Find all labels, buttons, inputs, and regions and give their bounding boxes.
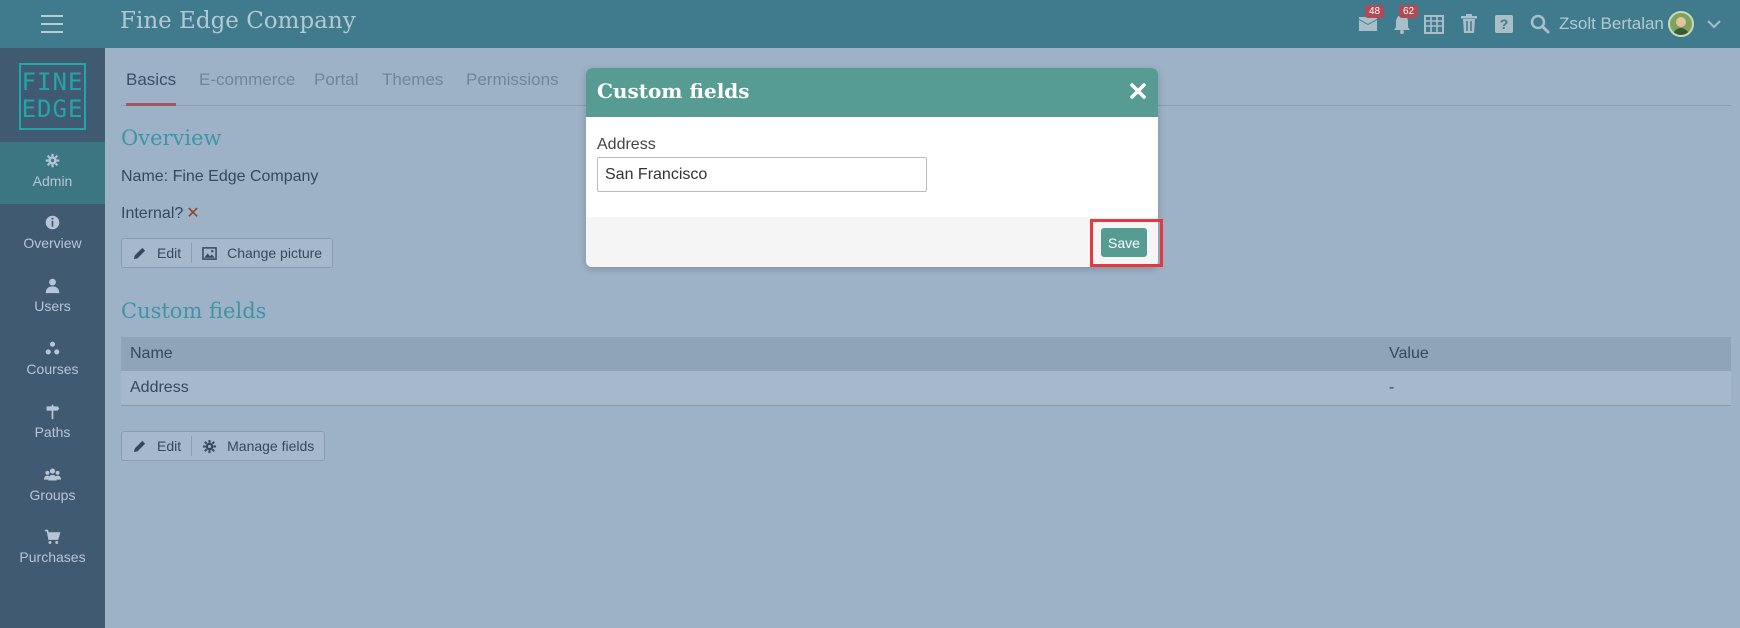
edit-button-label: Edit [157, 438, 182, 454]
table-header: Name Value [121, 337, 1731, 371]
close-icon[interactable] [1128, 81, 1148, 101]
tab-permissions[interactable]: Permissions [466, 70, 559, 90]
sidebar-item-label: Users [34, 298, 71, 314]
overview-heading: Overview [121, 126, 222, 150]
logo-line-2: EDGE [21, 95, 84, 123]
user-avatar[interactable] [1668, 11, 1694, 37]
sidebar-item-label: Purchases [19, 549, 86, 565]
field-value-cell: - [1389, 379, 1395, 396]
save-button[interactable]: Save [1101, 228, 1147, 257]
company-name-line: Name: Fine Edge Company [121, 168, 319, 185]
svg-text:?: ? [1500, 16, 1509, 32]
notifications-count-badge: 62 [1399, 5, 1419, 18]
field-name-cell: Address [130, 379, 189, 396]
internal-label: Internal? [121, 205, 184, 222]
overview-actions: Edit Change picture [121, 238, 334, 268]
cart-icon [44, 529, 61, 544]
tab-themes[interactable]: Themes [382, 70, 443, 90]
gear-icon [45, 153, 60, 168]
sidebar-item-label: Overview [23, 235, 82, 251]
sidebar-item-users[interactable]: Users [0, 267, 105, 329]
sidebar-item-groups[interactable]: Groups [0, 456, 105, 518]
custom-fields-heading: Custom fields [121, 299, 267, 323]
help-icon[interactable]: ? [1492, 12, 1516, 36]
dialog-body: Address [586, 117, 1158, 217]
info-icon [45, 215, 60, 230]
edit-custom-fields-button[interactable]: Edit [122, 432, 191, 460]
column-header-name: Name [130, 345, 173, 362]
custom-fields-actions: Edit Manage fields [121, 431, 326, 461]
courses-icon [45, 341, 60, 355]
picture-icon [202, 246, 217, 260]
tab-portal[interactable]: Portal [314, 70, 358, 90]
sidebar-item-label: Courses [26, 361, 79, 377]
logo-line-1: FINE [21, 68, 84, 96]
messages-count-badge: 48 [1365, 5, 1385, 18]
sidebar: FINE EDGE Admin Overview Users Courses P… [0, 48, 105, 628]
search-icon[interactable] [1528, 12, 1552, 36]
dialog-footer [586, 217, 1158, 267]
calendar-icon[interactable] [1422, 12, 1446, 36]
company-title: Fine Edge Company [120, 8, 356, 34]
dialog-header: Custom fields [586, 68, 1158, 117]
pencil-icon [133, 247, 146, 259]
tab-basics[interactable]: Basics [126, 70, 177, 106]
sidebar-item-label: Paths [34, 424, 71, 440]
chevron-down-icon[interactable] [1705, 15, 1723, 33]
column-header-value: Value [1389, 345, 1429, 362]
sidebar-item-label: Admin [32, 173, 73, 189]
menu-icon[interactable] [41, 15, 63, 33]
edit-button-label: Edit [157, 245, 182, 261]
gear-icon [203, 439, 217, 453]
dialog-title: Custom fields [597, 79, 750, 103]
sidebar-item-overview[interactable]: Overview [0, 204, 105, 266]
user-icon [45, 278, 60, 294]
custom-fields-table: Name Value Address - [121, 337, 1731, 406]
manage-fields-button[interactable]: Manage fields [192, 432, 324, 460]
address-label: Address [597, 136, 656, 153]
edit-button[interactable]: Edit [122, 239, 191, 267]
internal-line: Internal? ✕ [121, 203, 200, 223]
pencil-icon [133, 440, 146, 452]
top-bar: Fine Edge Company 48 62 ? Zsolt Bertalan [0, 0, 1740, 48]
user-name[interactable]: Zsolt Bertalan [1559, 14, 1664, 34]
table-row: Address - [121, 371, 1731, 406]
sidebar-item-label: Groups [29, 487, 76, 503]
custom-fields-dialog: Custom fields Address [586, 68, 1158, 267]
group-icon [44, 468, 61, 481]
company-logo[interactable]: FINE EDGE [19, 63, 86, 130]
sidebar-item-paths[interactable]: Paths [0, 393, 105, 455]
sidebar-item-admin[interactable]: Admin [0, 142, 105, 204]
tab-ecommerce[interactable]: E-commerce [199, 70, 295, 90]
change-picture-button[interactable]: Change picture [192, 239, 332, 267]
address-input[interactable] [597, 157, 927, 192]
sidebar-item-courses[interactable]: Courses [0, 330, 105, 392]
signpost-icon [46, 404, 60, 420]
manage-fields-label: Manage fields [227, 438, 315, 454]
cross-icon: ✕ [186, 205, 200, 222]
trash-icon[interactable] [1457, 12, 1481, 36]
change-picture-label: Change picture [227, 245, 323, 261]
sidebar-item-purchases[interactable]: Purchases [0, 518, 105, 580]
